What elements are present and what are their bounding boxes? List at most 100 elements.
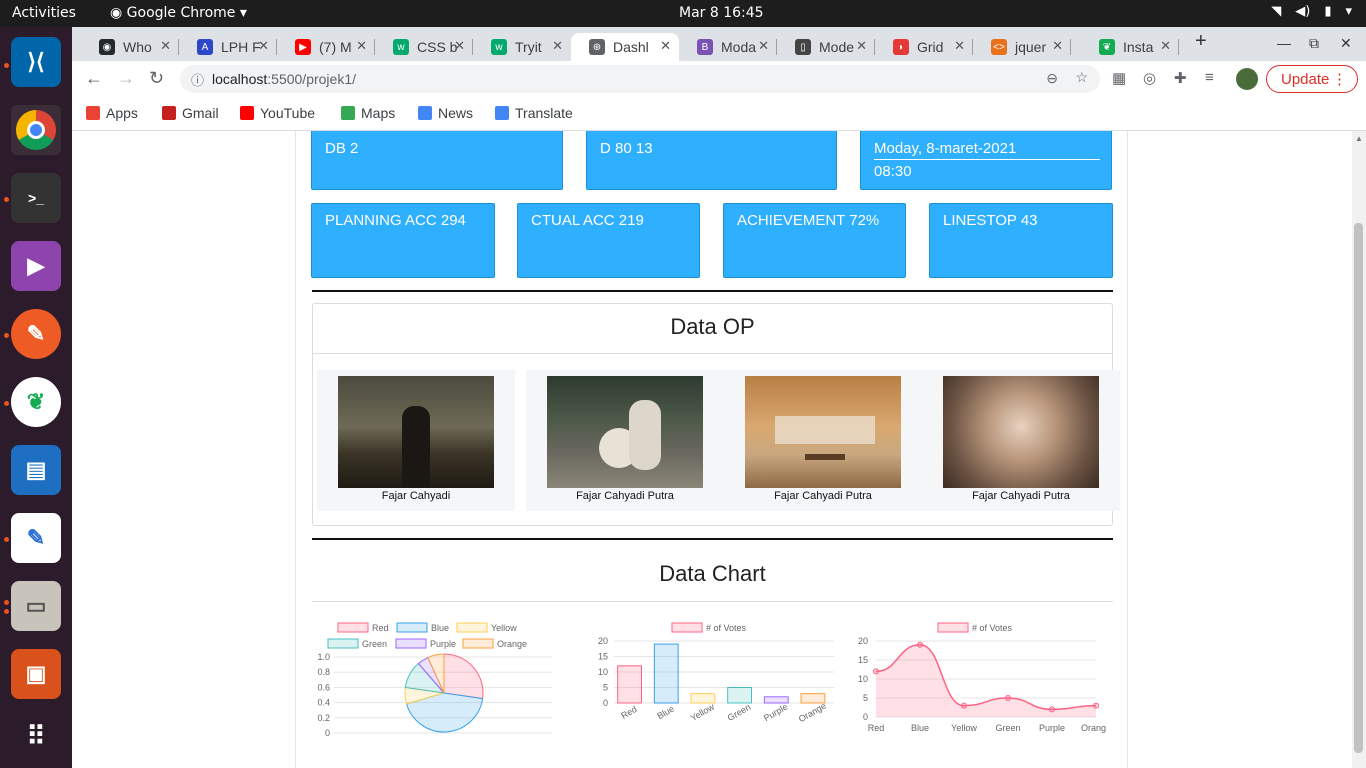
- bookmark-apps[interactable]: Apps: [86, 105, 138, 121]
- address-bar[interactable]: ⓘ localhost:5500/projek1/ ⊖ ☆: [180, 65, 1100, 93]
- files-icon[interactable]: ▭: [11, 581, 61, 631]
- tab[interactable]: ❦ Insta ✕: [1081, 33, 1179, 61]
- area-fill: [876, 644, 1096, 717]
- clock[interactable]: Mar 8 16:45: [679, 5, 764, 21]
- bar: [653, 643, 679, 704]
- reload-icon[interactable]: ↻: [149, 68, 164, 89]
- avatar[interactable]: [1236, 68, 1258, 90]
- puzzle-icon[interactable]: ✚: [1174, 69, 1187, 87]
- card-achievement-label: ACHIEVEMENT 72%: [737, 212, 880, 229]
- close-tab-icon[interactable]: ✕: [758, 38, 769, 54]
- close-tab-icon[interactable]: ✕: [954, 38, 965, 54]
- maps-pin-icon: [341, 106, 355, 120]
- data-point: [917, 641, 923, 648]
- wifi-icon: ◥: [1271, 4, 1282, 19]
- close-tab-icon[interactable]: ✕: [660, 38, 671, 54]
- close-tab-icon[interactable]: ✕: [454, 38, 465, 54]
- card-planning: PLANNING ACC 294: [311, 203, 495, 278]
- activities-button[interactable]: Activities: [12, 5, 76, 21]
- tab[interactable]: ▶ (7) M ✕: [277, 33, 375, 61]
- tab[interactable]: ⊕ Dashl ✕: [571, 33, 679, 61]
- back-arrow-icon[interactable]: ←: [85, 68, 103, 89]
- dashboard-container: DB 2 D 80 13 Moday, 8-maret-2021 08:30 P…: [295, 131, 1128, 768]
- close-tab-icon[interactable]: ✕: [258, 38, 269, 54]
- tab-strip: ◉ Who ✕ A LPH F ✕ ▶ (7) M ✕ w CSS b ✕ w Tryit ✕ ⊕ Dashl ✕…: [72, 27, 1366, 61]
- scroll-up-icon[interactable]: ▲: [1355, 134, 1363, 143]
- tab[interactable]: <> jquer ✕: [973, 33, 1071, 61]
- info-icon[interactable]: ⓘ: [191, 70, 204, 89]
- tab[interactable]: A LPH F ✕: [179, 33, 277, 61]
- w3schools-icon: w: [491, 39, 507, 55]
- bookmark-label: News: [438, 105, 474, 121]
- bookmark-translate[interactable]: Translate: [495, 105, 573, 121]
- text-editor-icon[interactable]: ✎: [11, 513, 61, 563]
- date-text: Moday, 8-maret-2021: [874, 140, 1100, 160]
- bookmark-news[interactable]: News: [418, 105, 473, 121]
- youtube-icon: [240, 106, 254, 120]
- tab-label: Grid: [917, 39, 944, 55]
- system-tray[interactable]: ◥ ◀) ▮ ▾: [1271, 4, 1352, 19]
- terminal-icon[interactable]: >_: [11, 173, 61, 223]
- bookmark-star-icon[interactable]: ☆: [1075, 69, 1088, 86]
- tab[interactable]: w CSS b ✕: [375, 33, 473, 61]
- media-queue-icon[interactable]: ≡: [1205, 69, 1214, 86]
- close-window-button[interactable]: ✕: [1340, 35, 1352, 52]
- tab[interactable]: ◗ Grid ✕: [875, 33, 973, 61]
- tab[interactable]: w Tryit ✕: [473, 33, 571, 61]
- y-tick-label: 0.6: [317, 682, 330, 692]
- app-menu[interactable]: ◉ Google Chrome ▾: [110, 5, 247, 21]
- close-tab-icon[interactable]: ✕: [856, 38, 867, 54]
- close-tab-icon[interactable]: ✕: [1052, 38, 1063, 54]
- postman-icon[interactable]: ✎: [11, 309, 61, 359]
- more-menu-icon: ⋮: [1332, 71, 1347, 88]
- forward-arrow-icon[interactable]: →: [117, 68, 135, 89]
- chrome-icon[interactable]: [11, 105, 61, 155]
- media-player-icon[interactable]: ▶: [11, 241, 61, 291]
- y-tick-label: 1.0: [317, 652, 330, 662]
- mongodb-icon: ❦: [1099, 39, 1115, 55]
- update-button[interactable]: Update ⋮: [1266, 65, 1358, 93]
- extension-icon[interactable]: ◎: [1143, 69, 1156, 87]
- data-point: [1005, 695, 1011, 701]
- running-indicator: [4, 600, 9, 605]
- close-tab-icon[interactable]: ✕: [160, 38, 171, 54]
- x-tick-label: Blue: [655, 704, 676, 722]
- close-tab-icon[interactable]: ✕: [356, 38, 367, 54]
- tab[interactable]: ▯ Mode ✕: [777, 33, 875, 61]
- legend-swatch: [456, 622, 488, 633]
- person-photo: [943, 376, 1099, 488]
- tab[interactable]: ◉ Who ✕: [81, 33, 179, 61]
- scrollbar-thumb[interactable]: [1354, 223, 1363, 753]
- vertical-scrollbar[interactable]: ▲: [1352, 131, 1366, 768]
- extension-icon[interactable]: ▦: [1112, 69, 1126, 87]
- person-photo: [745, 376, 901, 488]
- bookmark-maps[interactable]: Maps: [341, 105, 395, 121]
- window-shape: [775, 416, 875, 444]
- running-indicator: [4, 537, 9, 542]
- close-tab-icon[interactable]: ✕: [1160, 38, 1171, 54]
- volume-icon: ◀): [1295, 4, 1311, 19]
- bookmark-label: Apps: [106, 105, 138, 121]
- y-tick-label: 0.2: [317, 713, 330, 723]
- tab-label: LPH F: [221, 39, 261, 55]
- code-icon: <>: [991, 39, 1007, 55]
- x-tick-label: Green: [726, 702, 753, 723]
- vscode-icon[interactable]: ⟩⟨: [11, 37, 61, 87]
- y-tick-label: 20: [598, 636, 608, 646]
- y-tick-label: 5: [863, 693, 868, 703]
- chevron-down-icon: ▾: [1345, 4, 1352, 19]
- close-tab-icon[interactable]: ✕: [552, 38, 563, 54]
- tab[interactable]: B Moda ✕: [679, 33, 777, 61]
- bookmark-gmail[interactable]: Gmail: [162, 105, 219, 121]
- bookmark-youtube[interactable]: YouTube: [240, 105, 315, 121]
- maximize-button[interactable]: ⧉: [1309, 35, 1319, 52]
- minimize-button[interactable]: —: [1277, 35, 1291, 51]
- libreoffice-impress-icon[interactable]: ▣: [11, 649, 61, 699]
- person-card: Fajar Cahyadi Putra: [724, 370, 922, 511]
- show-applications-icon[interactable]: ⠿: [11, 711, 61, 761]
- chevron-down-icon: ▾: [235, 5, 247, 21]
- new-tab-button[interactable]: +: [1195, 30, 1207, 53]
- zoom-icon[interactable]: ⊖: [1046, 70, 1058, 87]
- libreoffice-draw-icon[interactable]: ▤: [11, 445, 61, 495]
- mongodb-compass-icon[interactable]: ❦: [11, 377, 61, 427]
